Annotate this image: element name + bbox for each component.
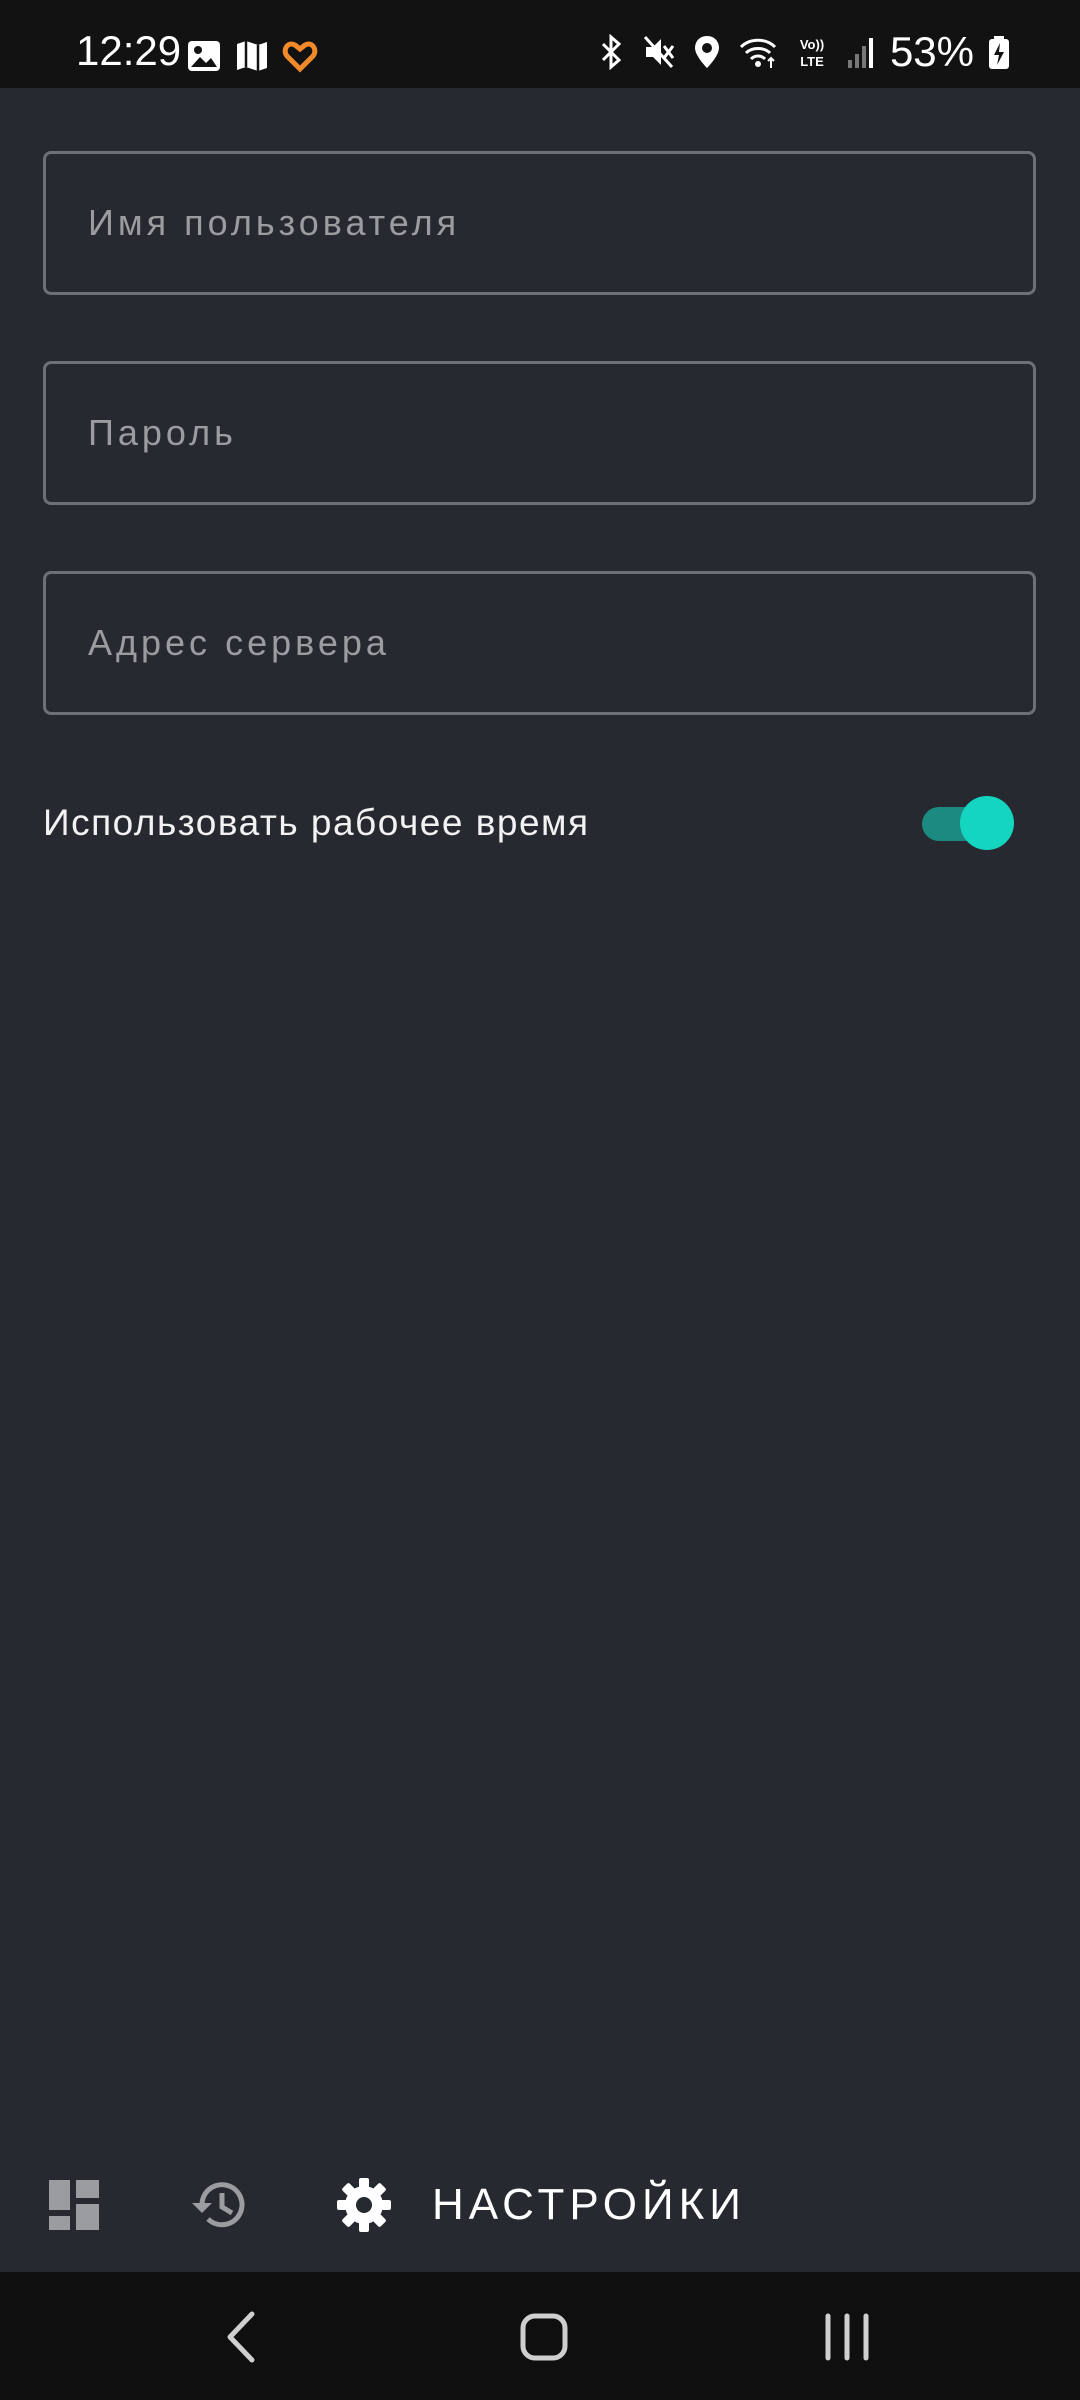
toggle-thumb (960, 796, 1014, 850)
nav-settings-label: НАСТРОЙКИ (432, 2180, 746, 2229)
bottom-navigation: НАСТРОЙКИ (0, 2140, 1080, 2270)
username-field[interactable] (43, 151, 1036, 295)
status-bar: 12:29 Vo)) LTE 53% (0, 0, 1080, 88)
status-left-icons (186, 38, 318, 74)
nav-settings-button[interactable]: НАСТРОЙКИ (336, 2170, 746, 2240)
battery-charging-icon (989, 36, 1009, 69)
status-right-icons: Vo)) LTE 53% (594, 30, 1010, 74)
working-time-toggle[interactable] (922, 796, 1014, 850)
signal-icon (847, 38, 873, 68)
back-icon[interactable] (208, 2302, 278, 2372)
svg-text:LTE: LTE (800, 54, 824, 69)
nav-history-button[interactable] (188, 2170, 252, 2240)
nav-dashboard-button[interactable] (46, 2170, 102, 2240)
working-time-label: Использовать рабочее время (43, 802, 590, 843)
mute-icon (643, 35, 675, 69)
svg-text:Vo)): Vo)) (800, 37, 824, 52)
username-input[interactable] (88, 154, 988, 292)
gear-icon (337, 2178, 391, 2232)
battery-percent: 53% (889, 28, 974, 75)
bluetooth-icon (601, 34, 622, 70)
map-icon (234, 38, 270, 74)
working-time-row: Использовать рабочее время (43, 790, 1036, 856)
volte-icon: Vo)) LTE (800, 37, 824, 69)
password-field[interactable] (43, 361, 1036, 505)
server-address-field[interactable] (43, 571, 1036, 715)
system-navigation-bar (0, 2272, 1080, 2400)
settings-screen: 12:29 Vo)) LTE 53% Имя пользователя Адре… (0, 0, 1080, 2400)
password-input[interactable] (88, 364, 988, 502)
history-icon (192, 2182, 245, 2228)
app-heart-icon (282, 38, 318, 74)
server-address-input[interactable] (88, 574, 988, 712)
wifi-icon (739, 38, 776, 68)
location-icon (694, 36, 719, 68)
home-icon[interactable] (509, 2302, 579, 2372)
status-time: 12:29 (76, 27, 182, 74)
gallery-icon (186, 38, 222, 74)
dashboard-icon (49, 2180, 99, 2230)
recent-apps-icon[interactable] (812, 2302, 882, 2372)
